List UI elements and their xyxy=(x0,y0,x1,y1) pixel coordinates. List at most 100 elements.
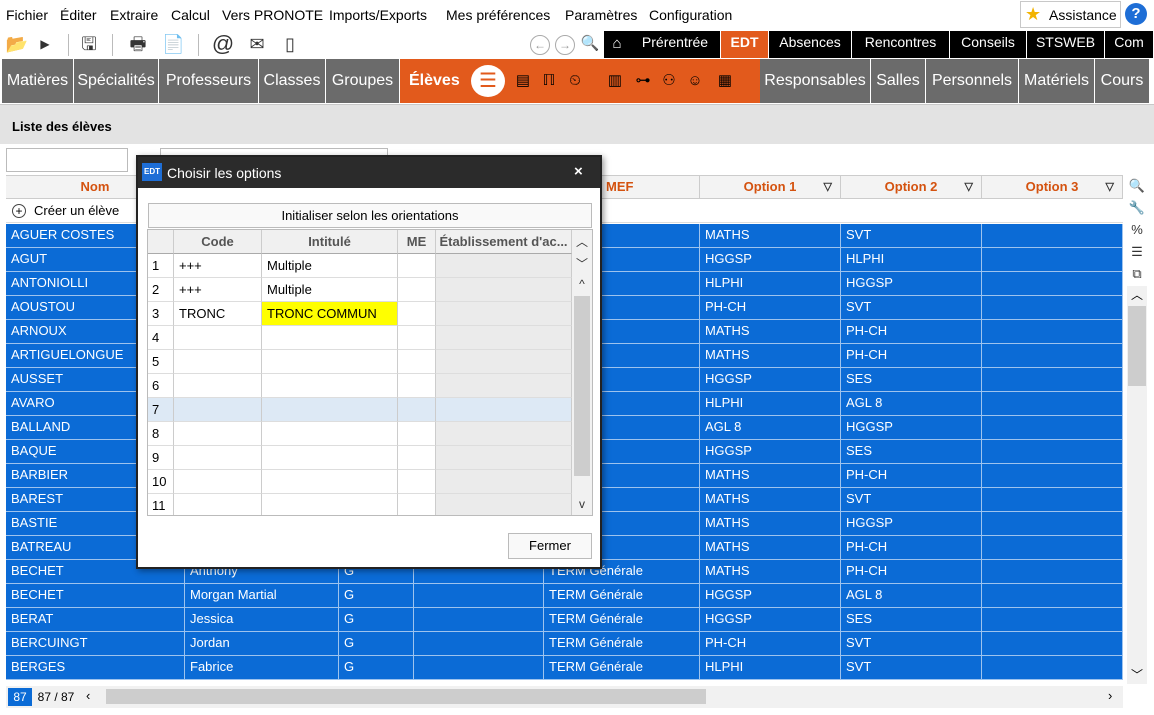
cell-nom[interactable]: BECHET xyxy=(6,584,185,608)
cell-option2[interactable]: HLPHI xyxy=(841,248,982,272)
cell-option2[interactable]: SVT xyxy=(841,296,982,320)
cell-me[interactable] xyxy=(398,254,436,278)
onglet-materiels[interactable]: Matériels xyxy=(1019,59,1095,103)
cell-num[interactable]: 7 xyxy=(148,398,174,422)
cell-me[interactable] xyxy=(398,494,436,515)
chevron-up-icon[interactable]: ︿ xyxy=(572,232,592,252)
column-header-intitule[interactable]: Intitulé xyxy=(262,230,398,254)
cell-option2[interactable]: PH-CH xyxy=(841,560,982,584)
cell-option1[interactable]: HGGSP xyxy=(700,440,841,464)
cell-option3[interactable] xyxy=(982,416,1123,440)
column-header-code[interactable]: Code xyxy=(174,230,262,254)
cell-option2[interactable]: SES xyxy=(841,608,982,632)
vertical-scrollbar[interactable]: ︿ ﹀ xyxy=(1127,286,1147,684)
cell-mef[interactable]: TERM Générale xyxy=(544,656,700,680)
column-header-option3[interactable]: Option 3 ▽ xyxy=(982,176,1123,199)
scroll-thumb[interactable] xyxy=(1128,306,1146,386)
tab-prerentree[interactable]: Prérentrée xyxy=(630,31,721,58)
cell-sexe[interactable]: G xyxy=(339,656,414,680)
chevron-down-icon[interactable]: ﹀ xyxy=(572,254,592,274)
table-row[interactable]: BERGES Fabrice G TERM Générale HLPHI SVT xyxy=(6,656,1123,680)
cell-option2[interactable]: SVT xyxy=(841,656,982,680)
cell-option1[interactable]: HGGSP xyxy=(700,248,841,272)
cell-me[interactable] xyxy=(398,398,436,422)
cell-me[interactable] xyxy=(398,302,436,326)
cell-option1[interactable]: MATHS xyxy=(700,344,841,368)
cell-sexe[interactable]: G xyxy=(339,584,414,608)
tab-absences[interactable]: Absences xyxy=(769,31,852,58)
cell-code[interactable] xyxy=(174,494,262,515)
cell-intitule[interactable] xyxy=(262,398,398,422)
menu-fichier[interactable]: Fichier xyxy=(6,7,48,23)
list-item[interactable]: 7 xyxy=(148,398,572,422)
print-icon[interactable]: 🖶 xyxy=(126,32,150,56)
cell-option3[interactable] xyxy=(982,320,1123,344)
cell-option1[interactable]: MATHS xyxy=(700,320,841,344)
cell-intitule[interactable] xyxy=(262,374,398,398)
cell-option2[interactable]: PH-CH xyxy=(841,464,982,488)
teachers-icon[interactable]: ℿ xyxy=(538,71,560,91)
cell-prenom[interactable]: Jessica xyxy=(185,608,339,632)
onglet-eleves[interactable]: Élèves ☰ ▤ ℿ ⏲ ▥ ⊶ ⚇ ☺ ▦ xyxy=(400,59,760,103)
cell-intitule[interactable] xyxy=(262,326,398,350)
chevron-left-icon[interactable]: ‹ xyxy=(86,688,90,703)
cell-option1[interactable]: HLPHI xyxy=(700,656,841,680)
close-icon[interactable]: × xyxy=(574,163,583,180)
menu-calcul[interactable]: Calcul xyxy=(171,7,210,23)
cell-num[interactable]: 2 xyxy=(148,278,174,302)
cell-option3[interactable] xyxy=(982,584,1123,608)
cell-etablissement[interactable] xyxy=(436,398,572,422)
cell-option3[interactable] xyxy=(982,224,1123,248)
chevron-up-icon[interactable]: ^ xyxy=(572,274,592,294)
column-header-option1[interactable]: Option 1 ▽ xyxy=(700,176,841,199)
tree-icon[interactable]: ⊶ xyxy=(632,71,654,91)
table-row[interactable]: BERAT Jessica G TERM Générale HGGSP SES xyxy=(6,608,1123,632)
cell-me[interactable] xyxy=(398,326,436,350)
cell-mef[interactable]: TERM Générale xyxy=(544,632,700,656)
cell-etablissement[interactable] xyxy=(436,422,572,446)
save-icon[interactable]: 🖫 xyxy=(78,32,100,56)
cell-me[interactable] xyxy=(398,278,436,302)
cell-etablissement[interactable] xyxy=(436,254,572,278)
grid-icon[interactable]: ▦ xyxy=(714,71,736,91)
at-icon[interactable]: @ xyxy=(210,32,236,56)
cell-me[interactable] xyxy=(398,374,436,398)
cell-intitule[interactable] xyxy=(262,446,398,470)
cell-etablissement[interactable] xyxy=(436,374,572,398)
cell-prenom[interactable]: Morgan Martial xyxy=(185,584,339,608)
chevron-up-icon[interactable]: ︿ xyxy=(1131,286,1143,303)
init-orientations-button[interactable]: Initialiser selon les orientations xyxy=(148,203,592,228)
cell-option1[interactable]: HGGSP xyxy=(700,584,841,608)
cell-blank[interactable] xyxy=(414,608,544,632)
cell-mef[interactable]: TERM Générale xyxy=(544,584,700,608)
onglet-specialites[interactable]: Spécialités xyxy=(74,59,159,103)
open-folder-icon[interactable]: 📂 xyxy=(4,32,30,56)
group-icon[interactable]: ⚇ xyxy=(658,71,680,91)
cell-option1[interactable]: PH-CH xyxy=(700,296,841,320)
cell-num[interactable]: 4 xyxy=(148,326,174,350)
cell-blank[interactable] xyxy=(414,632,544,656)
cell-option1[interactable]: HGGSP xyxy=(700,368,841,392)
cell-option3[interactable] xyxy=(982,272,1123,296)
cell-option1[interactable]: MATHS xyxy=(700,488,841,512)
search-icon[interactable]: 🔍 xyxy=(580,35,600,55)
list-item[interactable]: 8 xyxy=(148,422,572,446)
cell-code[interactable] xyxy=(174,422,262,446)
cell-intitule[interactable]: Multiple xyxy=(262,254,398,278)
cell-me[interactable] xyxy=(398,422,436,446)
cell-option1[interactable]: MATHS xyxy=(700,464,841,488)
cell-num[interactable]: 8 xyxy=(148,422,174,446)
cell-blank[interactable] xyxy=(414,656,544,680)
cell-option3[interactable] xyxy=(982,656,1123,680)
cell-option3[interactable] xyxy=(982,464,1123,488)
cell-option2[interactable]: AGL 8 xyxy=(841,584,982,608)
cell-code[interactable] xyxy=(174,350,262,374)
cell-me[interactable] xyxy=(398,350,436,374)
cell-option3[interactable] xyxy=(982,608,1123,632)
menu-extraire[interactable]: Extraire xyxy=(110,7,158,23)
horizontal-scroll-thumb[interactable] xyxy=(106,689,706,704)
cell-option2[interactable]: HGGSP xyxy=(841,272,982,296)
cell-option1[interactable]: MATHS xyxy=(700,560,841,584)
cell-blank[interactable] xyxy=(414,584,544,608)
onglet-classes[interactable]: Classes xyxy=(259,59,326,103)
